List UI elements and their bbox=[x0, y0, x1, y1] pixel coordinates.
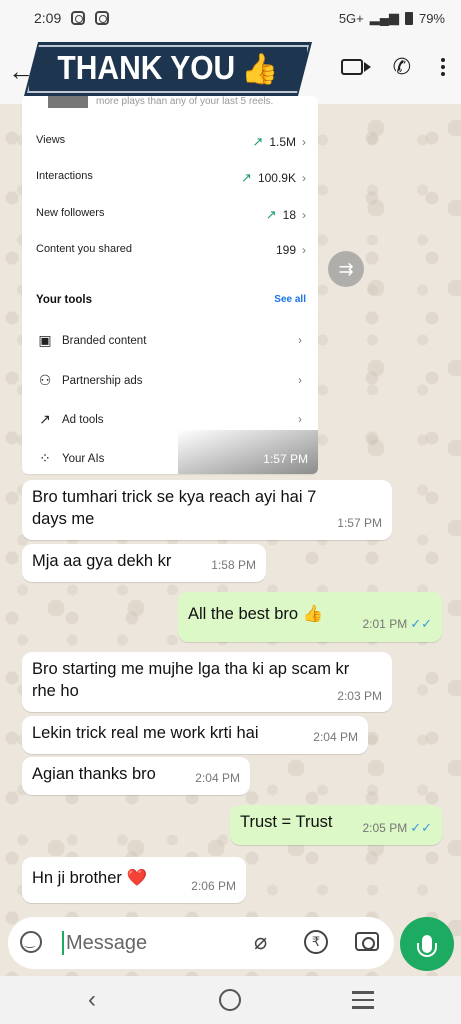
nav-home-icon[interactable] bbox=[219, 989, 241, 1011]
network-label: 5G+ bbox=[338, 10, 364, 26]
chevron-right-icon: › bbox=[298, 413, 302, 426]
signal-icon: ▂▄▆ bbox=[369, 10, 399, 25]
nav-recents-icon[interactable] bbox=[352, 991, 374, 1014]
message-time-status: 2:05 PM ✓✓ bbox=[363, 817, 433, 839]
branded-content-icon: ▣ bbox=[38, 332, 52, 348]
stat-value: 199 bbox=[275, 243, 296, 257]
message-time: 1:58 PM bbox=[211, 558, 256, 572]
ai-icon: ⁘ bbox=[39, 450, 51, 466]
emoji-sticker-icon[interactable] bbox=[20, 931, 42, 953]
instagram-icon bbox=[71, 11, 86, 25]
chevron-right-icon: › bbox=[302, 171, 306, 185]
chevron-right-icon: › bbox=[302, 243, 306, 257]
message-bubble-incoming[interactable]: Lekin trick real me work krti hai 2:04 P… bbox=[22, 716, 368, 754]
message-time: 2:03 PM bbox=[337, 689, 382, 703]
message-text: Hn ji brother ❤️ bbox=[32, 869, 148, 887]
image-message[interactable]: more plays than any of your last 5 reels… bbox=[22, 96, 318, 474]
message-time: 2:05 PM bbox=[362, 821, 408, 835]
message-time: 2:06 PM bbox=[191, 879, 236, 893]
message-time: 2:01 PM bbox=[362, 617, 408, 631]
message-text: Agian thanks bro bbox=[32, 765, 156, 783]
voice-call-icon[interactable]: ✆ bbox=[393, 54, 411, 80]
tool-label: Partnership ads bbox=[62, 374, 143, 387]
stat-row-interactions: Interactions ↗ 100.9K › bbox=[36, 170, 306, 186]
message-text: Mja aa gya dekh kr bbox=[32, 552, 172, 570]
read-ticks-icon: ✓✓ bbox=[410, 820, 432, 835]
message-time: 1:57 PM bbox=[263, 452, 308, 466]
image-timestamp-overlay: 1:57 PM bbox=[178, 430, 318, 474]
chevron-right-icon: › bbox=[298, 374, 302, 387]
stat-row-content-shared: Content you shared 199 › bbox=[36, 243, 306, 257]
message-text: Lekin trick real me work krti hai bbox=[32, 724, 259, 742]
more-options-icon[interactable] bbox=[441, 58, 445, 76]
message-bubble-outgoing[interactable]: All the best bro 👍 2:01 PM ✓✓ bbox=[178, 592, 442, 642]
message-text: All the best bro 👍 bbox=[188, 605, 324, 623]
banner-text: THANK YOU bbox=[57, 50, 236, 87]
stat-row-new-followers: New followers ↗ 18 › bbox=[36, 207, 306, 223]
tools-header: Your tools See all bbox=[36, 294, 306, 306]
stat-label: Interactions bbox=[36, 170, 93, 182]
message-text: Bro tumhari trick se kya reach ayi hai 7… bbox=[32, 488, 317, 528]
chevron-right-icon: › bbox=[298, 334, 302, 347]
read-ticks-icon: ✓✓ bbox=[410, 616, 432, 631]
message-text: Trust = Trust bbox=[240, 813, 333, 831]
instagram-icon bbox=[95, 11, 110, 25]
message-composer: ⌀ ₹ bbox=[8, 917, 394, 969]
battery-icon bbox=[404, 11, 413, 25]
message-bubble-incoming[interactable]: Hn ji brother ❤️ 2:06 PM bbox=[22, 857, 246, 903]
microphone-icon bbox=[417, 935, 437, 957]
message-time-status: 2:01 PM ✓✓ bbox=[363, 613, 433, 635]
stat-value: 1.5M bbox=[269, 135, 296, 149]
video-call-icon[interactable] bbox=[340, 59, 371, 75]
message-text: Bro starting me mujhe lga tha ki ap scam… bbox=[32, 660, 350, 700]
tool-row-branded-content: ▣ Branded content › bbox=[36, 332, 306, 349]
stat-value: 18 bbox=[282, 208, 296, 222]
tools-title: Your tools bbox=[36, 294, 93, 306]
stat-label: Views bbox=[36, 134, 66, 146]
chevron-right-icon: › bbox=[302, 208, 306, 222]
message-bubble-incoming[interactable]: Mja aa gya dekh kr 1:58 PM bbox=[22, 544, 266, 582]
stat-label: New followers bbox=[36, 207, 105, 219]
screenshot-top-text: more plays than any of your last 5 reels… bbox=[96, 96, 274, 107]
tool-label: Ad tools bbox=[62, 413, 104, 426]
message-input[interactable] bbox=[66, 930, 246, 956]
stat-value: 100.9K bbox=[257, 171, 296, 185]
status-bar: 2:09 5G+ ▂▄▆ 79% bbox=[0, 0, 461, 36]
trend-up-icon: ↗ bbox=[252, 134, 264, 149]
message-bubble-incoming[interactable]: Agian thanks bro 2:04 PM bbox=[22, 757, 250, 795]
chat-header: ← THANK YOU 👍 ✆ bbox=[0, 36, 461, 104]
message-time: 1:57 PM bbox=[337, 516, 382, 530]
thumbs-up-emoji: 👍 bbox=[241, 52, 279, 86]
tool-label: Your AIs bbox=[62, 452, 105, 465]
nav-back-icon[interactable]: ‹ bbox=[88, 986, 96, 1014]
stat-label: Content you shared bbox=[36, 243, 133, 255]
thank-you-banner: THANK YOU 👍 bbox=[24, 42, 312, 96]
partnership-ads-icon: ⚇ bbox=[38, 372, 52, 388]
battery-percent: 79% bbox=[418, 10, 445, 26]
trend-up-icon: ↗ bbox=[265, 207, 277, 222]
message-bubble-incoming[interactable]: Bro tumhari trick se kya reach ayi hai 7… bbox=[22, 480, 392, 540]
voice-message-button[interactable] bbox=[400, 917, 454, 971]
forward-icon[interactable]: ⇉ bbox=[328, 251, 364, 287]
camera-icon[interactable] bbox=[355, 932, 379, 951]
status-time: 2:09 bbox=[34, 10, 62, 26]
message-time: 2:04 PM bbox=[195, 771, 240, 785]
message-bubble-outgoing[interactable]: Trust = Trust 2:05 PM ✓✓ bbox=[230, 805, 442, 845]
message-time: 2:04 PM bbox=[313, 730, 358, 744]
system-nav-bar: ‹ bbox=[0, 976, 461, 1024]
payment-rupee-icon[interactable]: ₹ bbox=[304, 930, 328, 954]
text-caret bbox=[62, 931, 64, 955]
chevron-right-icon: › bbox=[302, 135, 306, 149]
tool-row-ad-tools: ↗ Ad tools › bbox=[36, 411, 306, 428]
see-all-link: See all bbox=[274, 294, 306, 305]
message-bubble-incoming[interactable]: Bro starting me mujhe lga tha ki ap scam… bbox=[22, 652, 392, 712]
stat-row-views: Views ↗ 1.5M › bbox=[36, 134, 306, 150]
attachment-icon[interactable]: ⌀ bbox=[254, 929, 267, 955]
tool-label: Branded content bbox=[62, 334, 147, 347]
tool-row-partnership-ads: ⚇ Partnership ads › bbox=[36, 372, 306, 389]
ad-tools-icon: ↗ bbox=[39, 411, 51, 427]
trend-up-icon: ↗ bbox=[241, 170, 252, 185]
